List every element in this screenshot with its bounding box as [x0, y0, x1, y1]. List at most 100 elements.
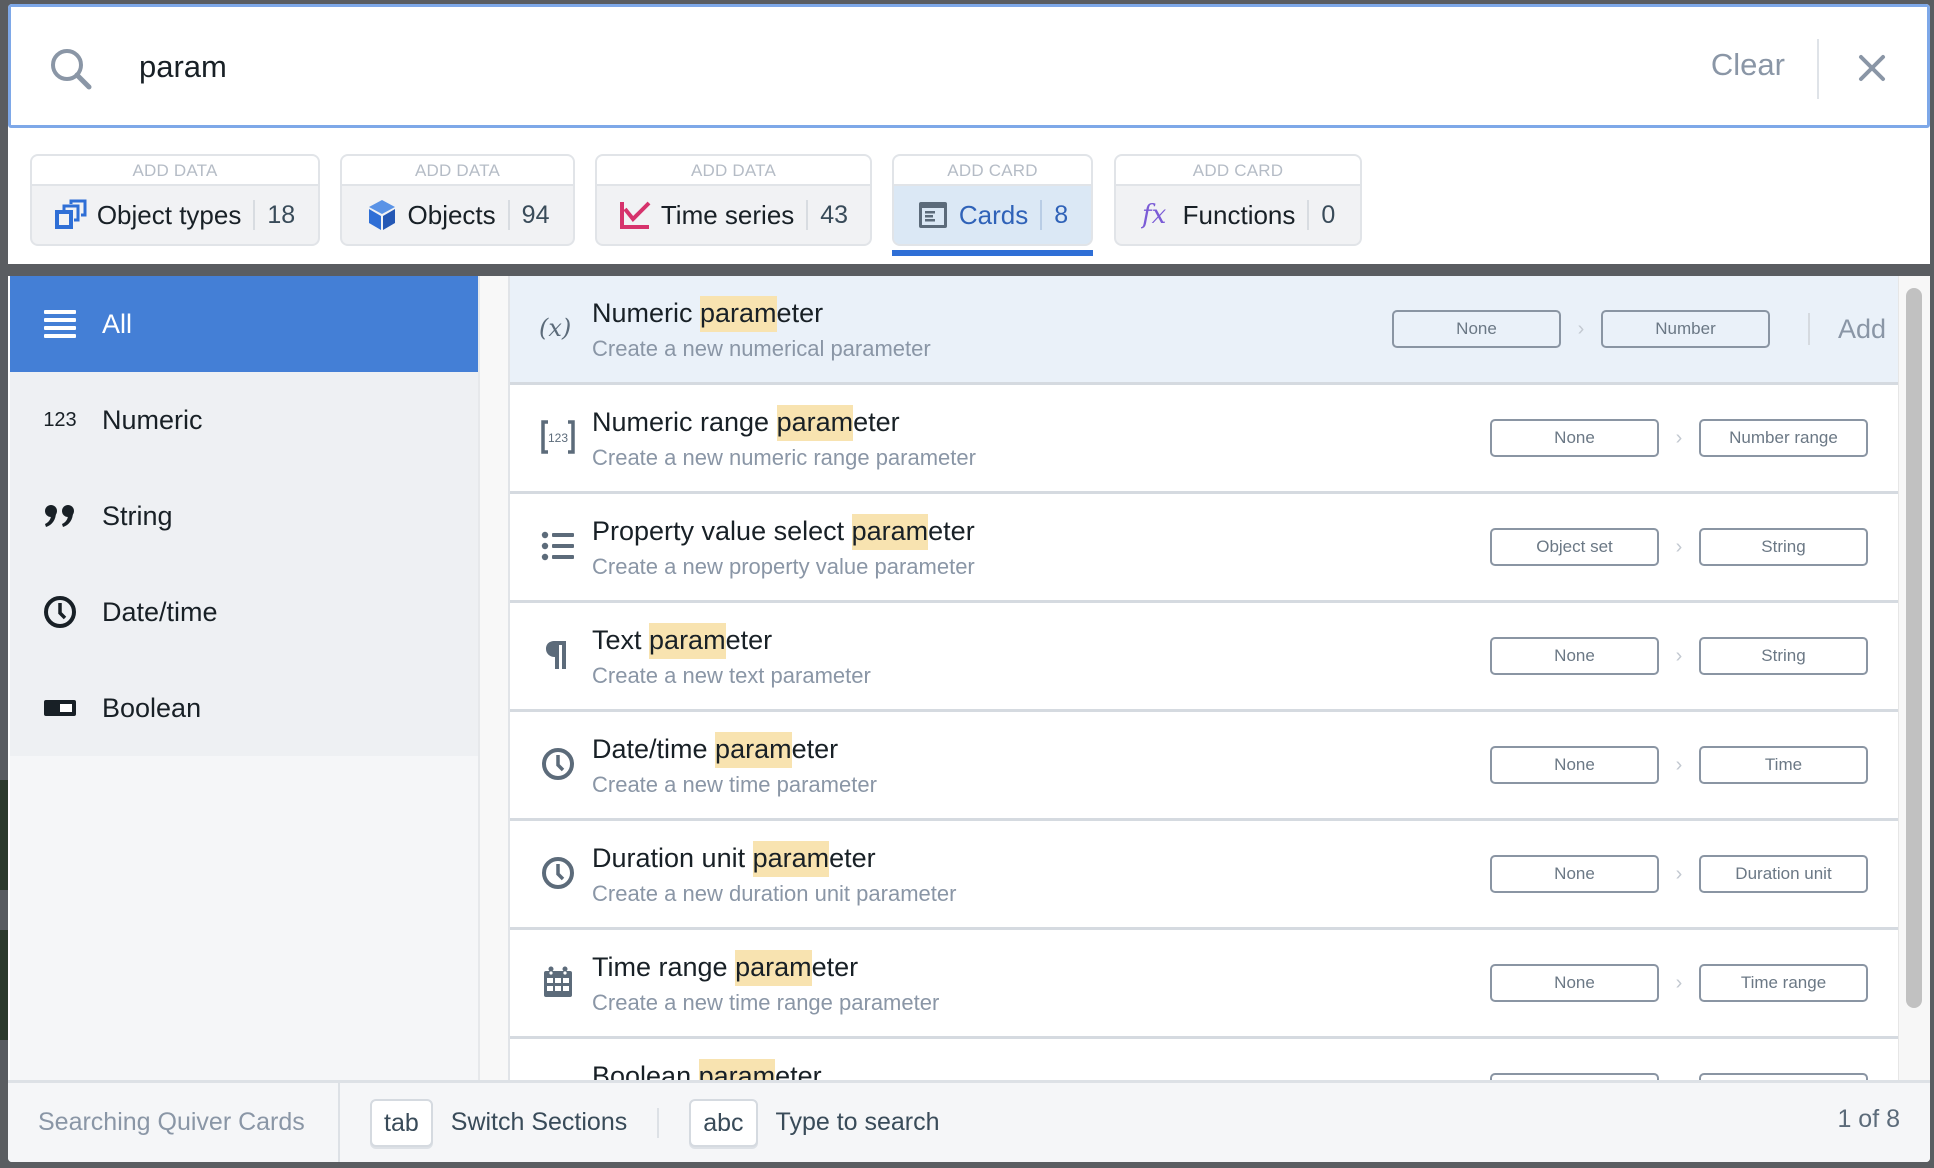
- output-type-chip: Number: [1601, 310, 1770, 348]
- tab-objects[interactable]: ADD DATA Objects 94: [340, 154, 575, 246]
- sidebar-item-all[interactable]: All: [10, 276, 478, 372]
- paragraph-icon: [538, 635, 578, 675]
- item-description: Create a new numerical parameter: [592, 336, 931, 361]
- list-item[interactable]: Property value select parameter Create a…: [510, 494, 1898, 603]
- list-item[interactable]: (x) Numeric parameter Create a new numer…: [510, 276, 1898, 385]
- result-pager: 1 of 8: [1837, 1105, 1900, 1133]
- scrollbar-thumb[interactable]: [1906, 288, 1922, 1008]
- tab-key: tab: [370, 1098, 433, 1147]
- input-type-chip: None: [1490, 964, 1659, 1002]
- svg-text:(x): (x): [539, 314, 571, 342]
- tab-divider: [1307, 200, 1310, 230]
- close-icon[interactable]: [1855, 51, 1889, 85]
- hint-switch-sections: tab Switch Sections: [370, 1098, 628, 1147]
- tab-label: Objects: [407, 199, 496, 230]
- tab-section-label: ADD CARD: [894, 156, 1091, 186]
- list-item[interactable]: Text parameter Create a new text paramet…: [510, 603, 1898, 712]
- input-type-chip: None: [1490, 419, 1659, 457]
- tab-label: Cards: [958, 199, 1029, 230]
- input-type-chip: None: [1392, 310, 1561, 348]
- search-input[interactable]: param: [139, 49, 227, 85]
- search-icon: [51, 49, 92, 90]
- type-mapping: [1490, 1073, 1868, 1080]
- tab-count: 94: [521, 200, 550, 229]
- type-mapping: None › Number range: [1490, 419, 1868, 457]
- sidebar-item-label: Boolean: [102, 692, 202, 723]
- search-divider: [1817, 39, 1819, 99]
- tab-time-series[interactable]: ADD DATA Time series 43: [595, 154, 872, 246]
- item-title: Numeric parameter: [592, 296, 823, 332]
- tab-label: Functions: [1182, 199, 1296, 230]
- svg-text:123: 123: [548, 431, 568, 445]
- list-item[interactable]: Time range parameter Create a new time r…: [510, 930, 1898, 1039]
- add-divider: [1808, 313, 1810, 345]
- item-title: Boolean parameter: [592, 1059, 822, 1080]
- output-type-chip: [1699, 1073, 1868, 1080]
- input-type-chip: None: [1490, 637, 1659, 675]
- sidebar-item-label: String: [102, 500, 173, 531]
- list-item[interactable]: Duration unit parameter Create a new dur…: [510, 821, 1898, 930]
- sidebar-item-numeric[interactable]: 123 Numeric: [10, 372, 478, 468]
- sidebar-item-boolean[interactable]: Boolean: [10, 660, 478, 756]
- card-icon: [918, 202, 947, 228]
- search-status: Searching Quiver Cards: [8, 1083, 340, 1162]
- clear-button[interactable]: Clear: [1711, 47, 1785, 83]
- tab-object-types[interactable]: ADD DATA Object types 18: [30, 154, 320, 246]
- function-icon: fx: [1141, 200, 1167, 230]
- output-type-chip: String: [1699, 528, 1868, 566]
- list-item[interactable]: Boolean parameter: [510, 1039, 1898, 1080]
- hint-type-to-search: abc Type to search: [689, 1098, 940, 1147]
- hint-label: Type to search: [775, 1108, 940, 1136]
- tab-divider: [253, 200, 256, 230]
- results-scrollbar[interactable]: [1898, 276, 1930, 1080]
- output-type-chip: Time: [1699, 746, 1868, 784]
- search-bar[interactable]: param Clear: [8, 4, 1930, 128]
- type-mapping: Object set › String: [1490, 528, 1868, 566]
- tab-divider: [507, 200, 510, 230]
- chevron-right-icon: ›: [1675, 644, 1683, 667]
- output-type-chip: Number range: [1699, 419, 1868, 457]
- tab-section-label: ADD CARD: [1116, 156, 1360, 186]
- input-type-chip: None: [1490, 855, 1659, 893]
- sidebar-item-datetime[interactable]: Date/time: [10, 564, 478, 660]
- input-type-chip: Object set: [1490, 528, 1659, 566]
- clock-icon: [538, 853, 578, 893]
- svg-text:fx: fx: [1141, 200, 1167, 230]
- numeric-icon: 123: [43, 408, 77, 431]
- tab-cards[interactable]: ADD CARD Cards 8: [892, 154, 1093, 246]
- item-description: Create a new duration unit parameter: [592, 881, 957, 906]
- tab-section-label: ADD DATA: [342, 156, 573, 186]
- chevron-right-icon: ›: [1675, 862, 1683, 885]
- add-button[interactable]: Add: [1838, 314, 1886, 345]
- tab-label: Object types: [96, 199, 242, 230]
- calendar-icon: [538, 962, 578, 1002]
- item-description: Create a new text parameter: [592, 663, 871, 688]
- numeric-range-icon: 123: [538, 417, 578, 457]
- line-chart-icon: [619, 201, 651, 229]
- type-mapping: None › String: [1490, 637, 1868, 675]
- sidebar-item-string[interactable]: String: [10, 468, 478, 564]
- output-type-chip: String: [1699, 637, 1868, 675]
- tab-count: 43: [820, 200, 849, 229]
- list-item[interactable]: 123 Numeric range parameter Create a new…: [510, 385, 1898, 494]
- clock-icon: [538, 744, 578, 784]
- list-item[interactable]: Date/time parameter Create a new time pa…: [510, 712, 1898, 821]
- item-title: Property value select parameter: [592, 514, 975, 550]
- tab-count: 8: [1054, 200, 1069, 229]
- tab-count: 0: [1321, 200, 1336, 229]
- source-tabs: ADD DATA Object types 18 ADD DATA Object…: [8, 128, 1930, 264]
- chevron-right-icon: ›: [1675, 535, 1683, 558]
- chevron-right-icon: ›: [1675, 753, 1683, 776]
- item-title: Numeric range parameter: [592, 405, 900, 441]
- sidebar-item-label: Numeric: [102, 404, 203, 435]
- property-list-icon: [538, 526, 578, 566]
- cube-icon: [368, 200, 395, 230]
- hint-label: Switch Sections: [450, 1108, 628, 1136]
- output-type-chip: Time range: [1699, 964, 1868, 1002]
- item-title: Date/time parameter: [592, 732, 838, 768]
- output-type-chip: Duration unit: [1699, 855, 1868, 893]
- clock-icon: [40, 592, 80, 632]
- tab-functions[interactable]: ADD CARD fx Functions 0: [1114, 154, 1362, 246]
- item-description: Create a new time range parameter: [592, 990, 940, 1015]
- item-title: Duration unit parameter: [592, 841, 876, 877]
